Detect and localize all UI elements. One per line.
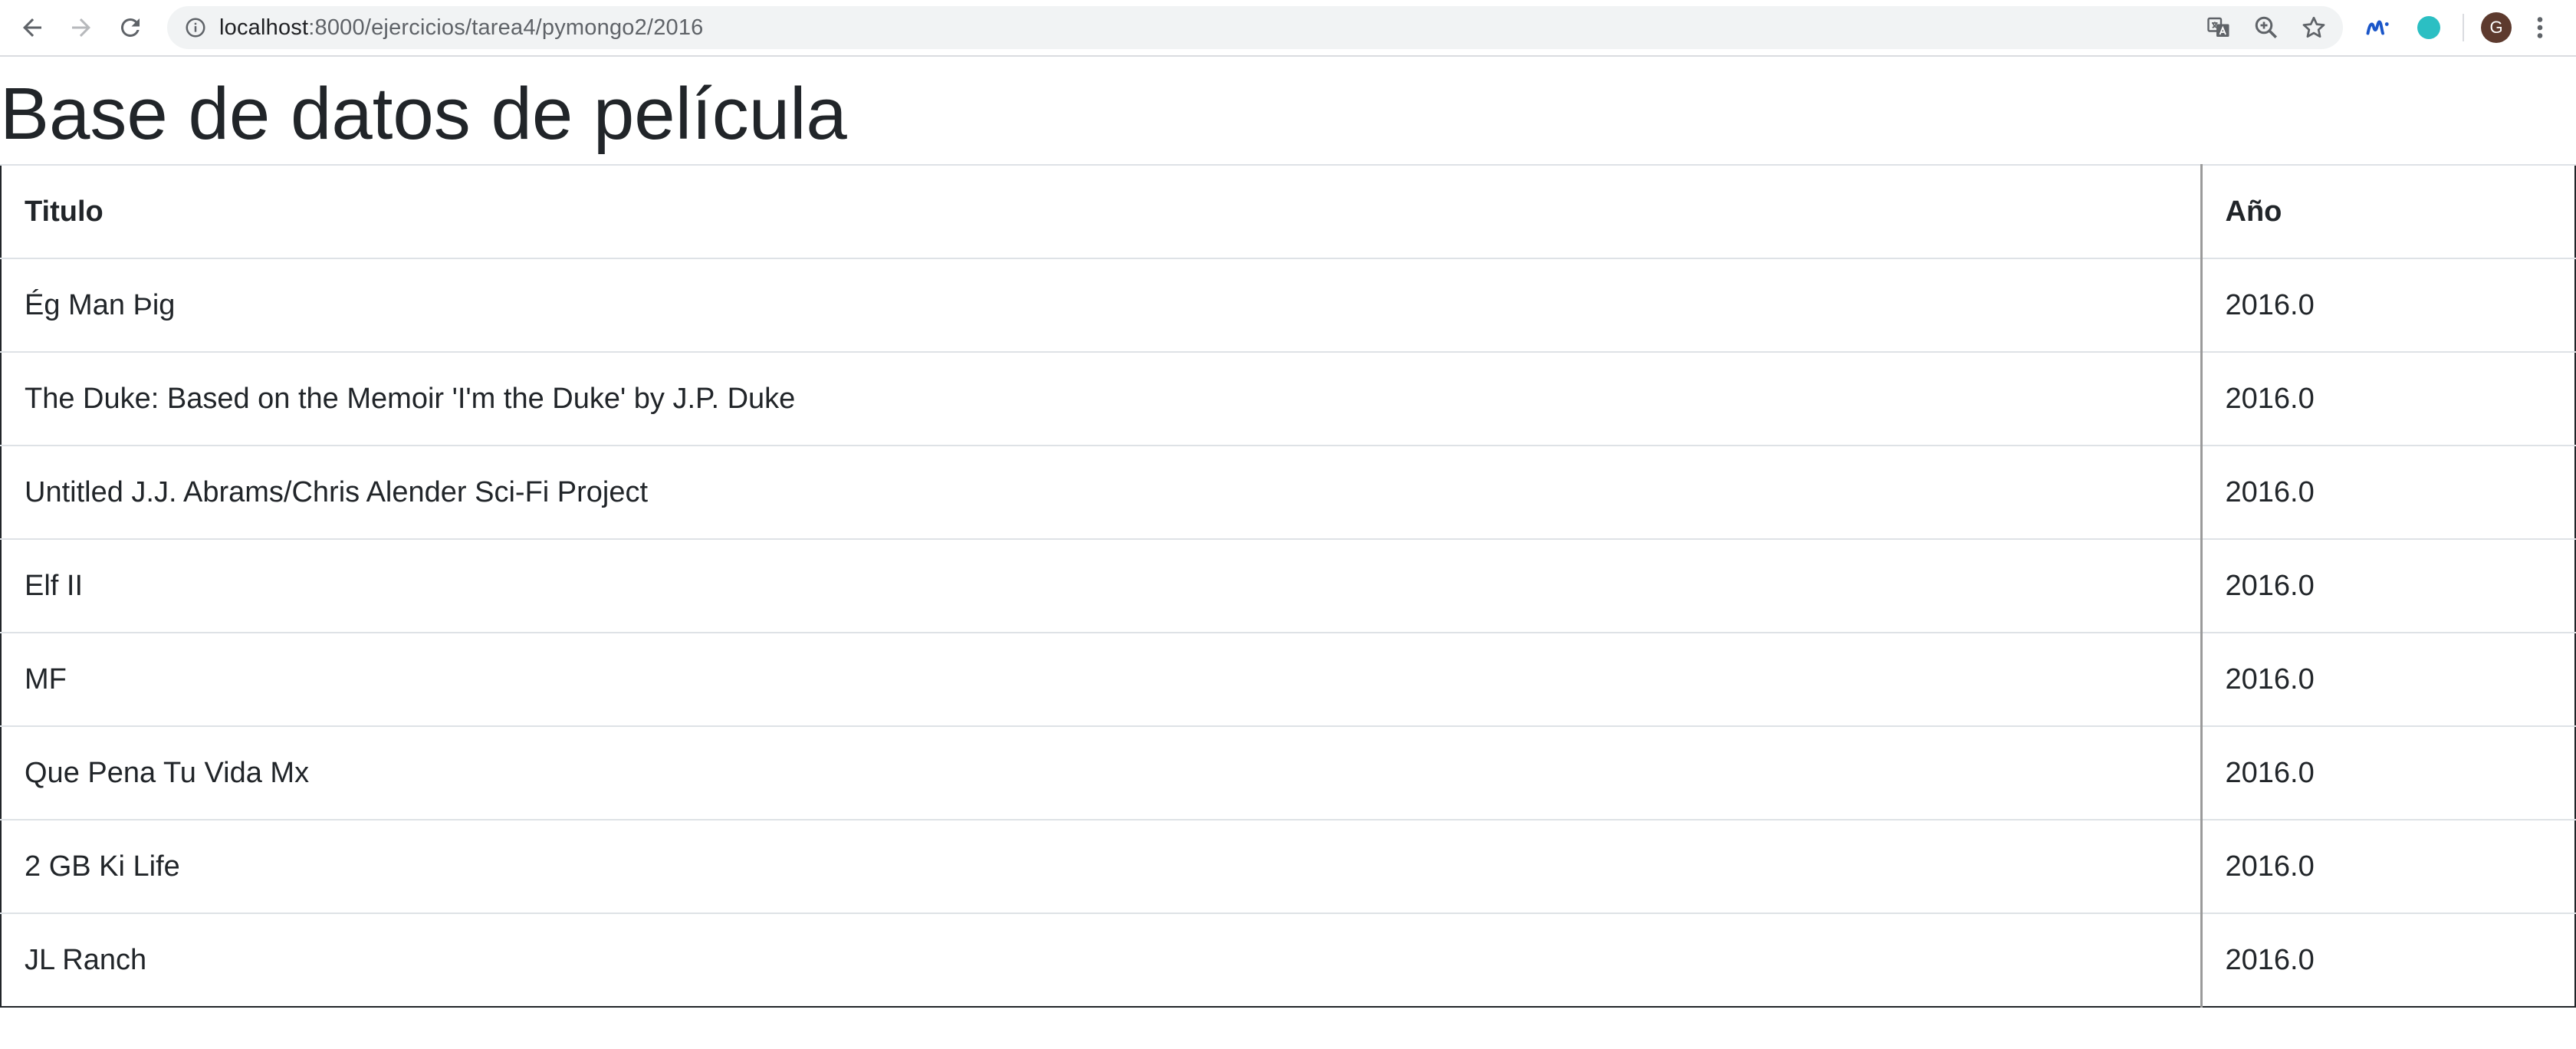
zoom-icon [2255,16,2278,39]
movie-year-cell: 2016.0 [2201,819,2575,913]
url-host: localhost [219,15,309,40]
column-header-title: Titulo [1,164,2203,258]
toolbar-separator [2463,14,2464,41]
table-body: Ég Man Þig 2016.0 The Duke: Based on the… [1,258,2575,1007]
extensions-area: G [2361,11,2551,44]
table-row: MF 2016.0 [1,632,2575,726]
movie-year-cell: 2016.0 [2201,538,2575,633]
table-row: Untitled J.J. Abrams/Chris Alender Sci-F… [1,445,2575,539]
table-row: Que Pena Tu Vida Mx 2016.0 [1,725,2575,820]
movie-title-cell: Untitled J.J. Abrams/Chris Alender Sci-F… [1,445,2203,539]
translate-icon [2207,17,2229,37]
teal-extension-button[interactable] [2412,11,2446,44]
page-title: Base de datos de película [0,73,847,155]
star-icon [2302,16,2325,38]
menu-icon [2537,17,2543,38]
movie-title-cell: 2 GB Ki Life [1,819,2203,913]
teal-extension-icon [2417,16,2440,39]
zoom-button[interactable] [2251,12,2282,43]
url-text[interactable]: localhost:8000/ejercicios/tarea4/pymongo… [219,15,2203,41]
movie-title-cell: MF [1,632,2203,726]
url-path: :8000/ejercicios/tarea4/pymongo2/2016 [308,15,704,40]
table-header-row: Titulo Año [1,164,2575,258]
movie-title-cell: JL Ranch [1,913,2203,1007]
table-row: 2 GB Ki Life 2016.0 [1,819,2575,913]
table-row: The Duke: Based on the Memoir 'I'm the D… [1,351,2575,446]
browser-menu-button[interactable] [2528,11,2551,44]
translate-button[interactable] [2203,12,2234,43]
movie-year-cell: 2016.0 [2201,725,2575,820]
movie-title-cell: Que Pena Tu Vida Mx [1,725,2203,820]
info-icon[interactable] [184,16,207,39]
bookmark-button[interactable] [2298,12,2329,43]
movie-title-cell: Elf II [1,538,2203,633]
forward-button[interactable] [57,3,106,52]
table-row: Ég Man Þig 2016.0 [1,258,2575,352]
movie-title-cell: The Duke: Based on the Memoir 'I'm the D… [1,351,2203,446]
movie-year-cell: 2016.0 [2201,351,2575,446]
column-header-year: Año [2201,164,2575,258]
back-icon [23,18,41,37]
movie-title-cell: Ég Man Þig [1,258,2203,352]
reload-button[interactable] [106,3,155,52]
movie-year-cell: 2016.0 [2201,913,2575,1007]
forward-icon [72,18,90,37]
movie-year-cell: 2016.0 [2201,258,2575,352]
profile-avatar[interactable]: G [2481,12,2512,43]
movies-table: Titulo Año Ég Man Þig 2016.0 The Duke: B… [0,164,2576,1008]
table-header: Titulo Año [1,164,2575,258]
movistar-extension-icon [2366,20,2389,35]
omnibox-actions [2203,12,2329,43]
address-bar[interactable]: localhost:8000/ejercicios/tarea4/pymongo… [167,6,2343,49]
back-button[interactable] [8,3,57,52]
movie-year-cell: 2016.0 [2201,632,2575,726]
reload-icon [120,18,140,37]
browser-toolbar: localhost:8000/ejercicios/tarea4/pymongo… [0,0,2576,57]
table-row: Elf II 2016.0 [1,538,2575,633]
movistar-extension-button[interactable] [2361,11,2395,44]
table-row: JL Ranch 2016.0 [1,913,2575,1007]
movie-year-cell: 2016.0 [2201,445,2575,539]
